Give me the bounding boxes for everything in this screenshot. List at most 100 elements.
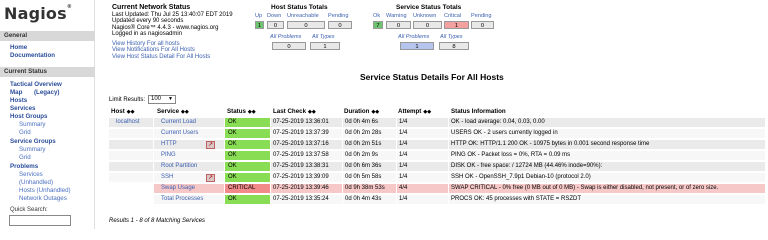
sidebar-item-hosts[interactable]: Hosts [10, 97, 27, 104]
sidebar-section-general: General [0, 31, 95, 41]
host-link[interactable]: localhost [109, 118, 153, 127]
sort-arrows-icon[interactable]: ◆◆ [248, 109, 256, 115]
sidebar-item-tactical-overview[interactable]: Tactical Overview [10, 81, 62, 88]
service-link[interactable]: PING [154, 151, 224, 160]
status-information: HTTP OK: HTTP/1.1 200 OK - 10975 bytes i… [449, 140, 765, 149]
service-count-all-types[interactable]: 8 [439, 42, 469, 50]
status-information: DISK OK - free space: / 12724 MB (44.46%… [449, 162, 765, 171]
service-count-pending[interactable]: 0 [471, 21, 494, 29]
table-row: Current Users OK 07-25-2019 13:37:39 0d … [109, 129, 765, 138]
sidebar-item-host-groups[interactable]: Host Groups [10, 113, 47, 120]
service-link[interactable]: Root Partition [154, 162, 224, 171]
host-header-up[interactable]: Up [255, 13, 262, 19]
sidebar-item-problem-services[interactable]: Services [19, 171, 43, 178]
host-link[interactable] [109, 162, 153, 171]
host-link[interactable] [109, 129, 153, 138]
column-header-host[interactable]: Host ◆◆ [111, 108, 134, 115]
limit-results-value: 100 [151, 96, 162, 102]
service-count-unknown[interactable]: 0 [413, 21, 442, 29]
table-row: localhost Current Load OK 07-25-2019 13:… [109, 118, 765, 127]
sidebar-item-problem-services-unhandled[interactable]: (Unhandled) [19, 179, 53, 186]
attempt: 1/4 [397, 195, 448, 204]
sidebar-item-services[interactable]: Services [10, 105, 35, 112]
host-header-unreachable[interactable]: Unreachable [287, 13, 319, 19]
column-header-duration[interactable]: Duration ◆◆ [344, 108, 379, 115]
host-header-all-types[interactable]: All Types [312, 34, 335, 40]
sort-arrows-icon[interactable]: ◆◆ [371, 109, 379, 115]
sidebar-item-map-legacy[interactable]: (Legacy) [34, 89, 59, 96]
service-link[interactable]: Total Processes [154, 195, 224, 204]
sidebar-item-home[interactable]: Home [10, 44, 27, 51]
external-link-icon[interactable]: ↗ [206, 173, 215, 182]
sort-arrows-icon[interactable]: ◆◆ [181, 109, 189, 115]
nagios-logo[interactable]: Nagios® [4, 4, 72, 23]
service-header-all-types[interactable]: All Types [440, 34, 463, 40]
sidebar-item-service-groups-summary[interactable]: Summary [19, 146, 45, 153]
column-header-last-check[interactable]: Last Check ◆◆ [273, 108, 316, 115]
service-count-all-problems[interactable]: 1 [400, 42, 434, 50]
host-link[interactable] [109, 173, 153, 182]
sort-arrows-icon[interactable]: ◆◆ [127, 109, 135, 115]
service-header-ok[interactable]: Ok [373, 13, 380, 19]
status-information: PROCS OK: 45 processes with STATE = RSZD… [449, 195, 765, 204]
host-link[interactable] [109, 140, 153, 149]
last-check: 07-25-2019 13:39:46 [271, 184, 342, 193]
sort-arrows-icon[interactable]: ◆◆ [308, 109, 316, 115]
sidebar-item-problems[interactable]: Problems [10, 163, 38, 170]
sidebar-section-current-status: Current Status [0, 67, 95, 77]
sidebar-item-host-groups-grid[interactable]: Grid [19, 129, 31, 136]
results-count: Results 1 - 8 of 8 Matching Services [109, 218, 206, 224]
limit-results-select[interactable]: 100 ▼ [148, 95, 176, 104]
nagios-version: Nagios® Core™ 4.4.3 - www.nagios.org [112, 24, 219, 31]
service-link[interactable]: Current Load [154, 118, 224, 127]
attempt: 1/4 [397, 129, 448, 138]
host-count-all-problems[interactable]: 0 [272, 42, 306, 50]
service-count-critical[interactable]: 1 [444, 21, 469, 29]
service-link[interactable]: Current Users [154, 129, 224, 138]
quick-search-input[interactable] [9, 215, 71, 226]
host-count-all-types[interactable]: 1 [310, 42, 340, 50]
column-header-status[interactable]: Status ◆◆ [227, 108, 256, 115]
sidebar-item-network-outages[interactable]: Network Outages [19, 195, 67, 202]
sidebar-item-service-groups[interactable]: Service Groups [10, 138, 56, 145]
host-header-pending[interactable]: Pending [328, 13, 349, 19]
sidebar-item-service-groups-grid[interactable]: Grid [19, 154, 31, 161]
attempt: 1/4 [397, 173, 448, 182]
host-link[interactable] [109, 184, 153, 193]
sort-arrows-icon[interactable]: ◆◆ [423, 109, 431, 115]
host-link[interactable] [109, 195, 153, 204]
service-header-unknown[interactable]: Unknown [413, 13, 436, 19]
host-header-down[interactable]: Down [267, 13, 281, 19]
service-header-all-problems[interactable]: All Problems [398, 34, 429, 40]
duration: 0d 0h 2m 9s [343, 151, 396, 160]
service-link[interactable]: Swap Usage [154, 184, 224, 193]
status-information: PING OK - Packet loss = 0%, RTA = 0.09 m… [449, 151, 765, 160]
network-status-title: Current Network Status [112, 4, 191, 11]
sidebar: Nagios® General Home Documentation Curre… [0, 0, 95, 229]
chevron-down-icon: ▼ [168, 96, 173, 102]
service-header-critical[interactable]: Critical [444, 13, 461, 19]
status-information: SWAP CRITICAL - 0% free (0 MB out of 0 M… [449, 184, 765, 193]
sidebar-item-map[interactable]: Map [10, 89, 22, 96]
column-header-service[interactable]: Service ◆◆ [157, 108, 189, 115]
last-check: 07-25-2019 13:36:01 [271, 118, 342, 127]
table-row: Swap Usage CRITICAL 07-25-2019 13:39:46 … [109, 184, 765, 193]
host-count-pending[interactable]: 0 [328, 21, 352, 29]
duration: 0d 0h 4m 6s [343, 118, 396, 127]
sidebar-item-problem-hosts-unhandled[interactable]: Hosts (Unhandled) [19, 187, 71, 194]
service-header-warning[interactable]: Warning [386, 13, 407, 19]
host-count-up[interactable]: 1 [255, 21, 264, 29]
service-header-pending[interactable]: Pending [471, 13, 492, 19]
duration: 0d 0h 2m 51s [343, 140, 396, 149]
host-link[interactable] [109, 151, 153, 160]
external-link-icon[interactable]: ↗ [206, 140, 215, 149]
sidebar-item-documentation[interactable]: Documentation [10, 52, 55, 59]
link-view-host-status[interactable]: View Host Status Detail For All Hosts [112, 54, 233, 60]
service-count-warning[interactable]: 0 [386, 21, 411, 29]
sidebar-item-host-groups-summary[interactable]: Summary [19, 121, 45, 128]
host-count-down[interactable]: 0 [267, 21, 284, 29]
host-header-all-problems[interactable]: All Problems [270, 34, 301, 40]
service-count-ok[interactable]: 7 [373, 21, 383, 29]
column-header-attempt[interactable]: Attempt ◆◆ [398, 108, 431, 115]
host-count-unreachable[interactable]: 0 [287, 21, 325, 29]
